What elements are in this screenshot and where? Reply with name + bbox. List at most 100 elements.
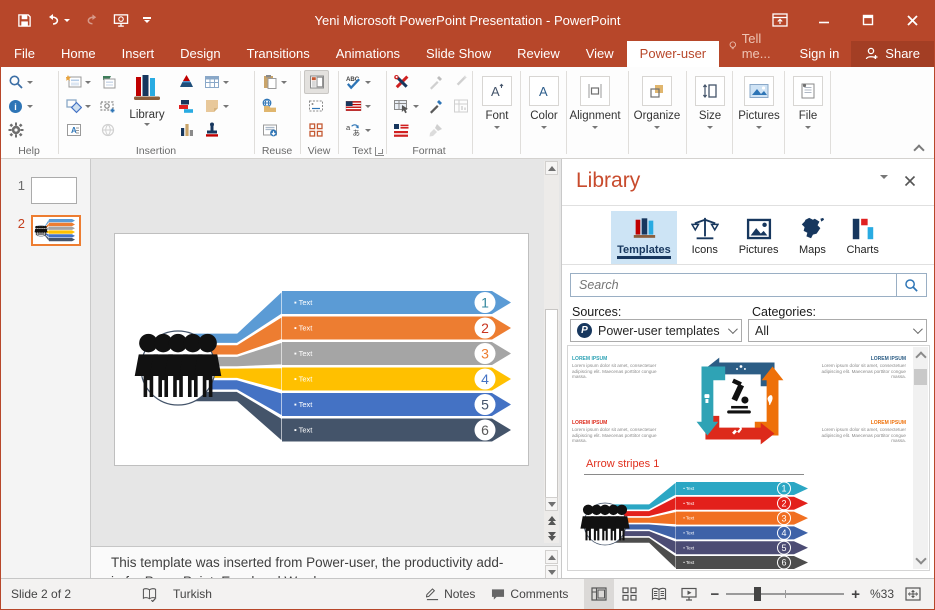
insert-shapes-button[interactable] (62, 94, 94, 118)
next-slide-button[interactable] (545, 529, 558, 543)
library-scrollbar-thumb[interactable] (914, 369, 927, 385)
agenda-button[interactable] (390, 118, 422, 142)
insert-blocks-button[interactable] (175, 94, 198, 118)
info-button[interactable]: i (4, 94, 36, 118)
sign-in-button[interactable]: Sign in (788, 41, 852, 67)
slide-thumbnail-2[interactable]: 2 (15, 215, 81, 246)
undo-dropdown-caret[interactable] (64, 19, 70, 22)
template-item-cycle[interactable]: LOREM IPSUM Lorem ipsum dolor sit amet, … (572, 352, 912, 454)
select-similar-button[interactable] (390, 94, 422, 118)
slide-1-preview[interactable] (31, 177, 77, 204)
search-help-button[interactable] (4, 70, 36, 94)
insert-text-box-button[interactable]: A (62, 118, 94, 142)
slide-thumbnail-1[interactable]: 1 (15, 177, 77, 204)
notes-scroll-up-button[interactable] (545, 550, 558, 564)
search-button[interactable] (896, 274, 926, 296)
tab-transitions[interactable]: Transitions (234, 41, 323, 67)
categories-dropdown[interactable]: All (748, 319, 927, 342)
normal-view-ribbon-button[interactable] (304, 70, 329, 94)
library-scroll-down-button[interactable] (913, 555, 928, 569)
previous-slide-button[interactable] (545, 513, 558, 527)
customize-qat-button[interactable] (143, 17, 151, 23)
pane-options-caret[interactable] (880, 175, 888, 179)
scroll-down-button[interactable] (545, 497, 558, 511)
open-shared-library-button[interactable] (258, 94, 290, 118)
normal-view-button[interactable] (584, 579, 614, 609)
notes-scrollbar[interactable] (545, 550, 558, 579)
library-tab-icons[interactable]: Icons (685, 211, 725, 264)
library-search-box[interactable] (570, 273, 927, 297)
notes-view-button[interactable] (304, 94, 329, 118)
tab-review[interactable]: Review (504, 41, 573, 67)
zoom-level[interactable]: %33 (866, 579, 898, 609)
large-button-organize[interactable]: Organize (629, 67, 687, 158)
slide-indicator[interactable]: Slide 2 of 2 (1, 579, 79, 609)
scrollbar-thumb[interactable] (545, 309, 558, 511)
library-button[interactable]: Library (121, 70, 173, 144)
search-input[interactable] (571, 278, 896, 292)
insert-sticky-note-button[interactable] (200, 94, 232, 118)
tab-view[interactable]: View (573, 41, 627, 67)
spell-check-button[interactable]: ABC (342, 70, 374, 94)
tab-insert[interactable]: Insert (109, 41, 168, 67)
insert-pyramid-button[interactable] (175, 70, 198, 94)
fit-slide-to-window-button[interactable] (898, 579, 928, 609)
paste-to-library-button[interactable] (258, 70, 290, 94)
tab-design[interactable]: Design (167, 41, 233, 67)
library-tab-maps[interactable]: Maps (792, 211, 832, 264)
zoom-in-button[interactable]: + (851, 587, 860, 602)
tab-animations[interactable]: Animations (323, 41, 413, 67)
slide-sorter-view-button[interactable] (614, 579, 644, 609)
proofing-status-button[interactable] (134, 579, 165, 609)
save-button[interactable] (17, 13, 32, 28)
notes-toggle[interactable]: Notes (418, 579, 483, 609)
grid-view-button[interactable] (304, 118, 329, 142)
slide-canvas[interactable]: ▪ Text1▪ Text2▪ Text3▪ Text4▪ Text5▪ Tex… (114, 233, 529, 466)
tell-me-box[interactable]: Tell me... (719, 26, 787, 67)
text-dialog-launcher[interactable] (375, 147, 384, 156)
large-button-font[interactable]: A Font (473, 67, 521, 158)
duplicate-slide-button[interactable] (96, 70, 119, 94)
library-tab-pictures[interactable]: Pictures (733, 211, 785, 264)
share-button[interactable]: Share (851, 41, 934, 67)
tab-home[interactable]: Home (48, 41, 109, 67)
insert-stamp-button[interactable] (200, 118, 232, 142)
large-button-pictures[interactable]: Pictures (733, 67, 785, 158)
library-scrollbar[interactable] (913, 347, 928, 569)
pane-close-button[interactable] (904, 175, 916, 190)
undo-button[interactable] (46, 13, 70, 27)
language-button[interactable] (342, 94, 374, 118)
start-slideshow-button[interactable] (113, 13, 129, 28)
slide-form-button[interactable] (258, 118, 290, 142)
comments-toggle[interactable]: Comments (483, 579, 576, 609)
large-button-size[interactable]: Size (687, 67, 733, 158)
sources-dropdown[interactable]: P Power-user templates (570, 319, 742, 342)
language-status[interactable]: Turkish (165, 579, 220, 609)
translate-button[interactable]: aあ (342, 118, 374, 142)
reading-view-button[interactable] (644, 579, 674, 609)
notes-scroll-down-button[interactable] (545, 565, 558, 579)
notes-pane[interactable]: This template was inserted from Power-us… (91, 546, 561, 579)
settings-button[interactable] (4, 118, 36, 142)
zoom-slider-track[interactable] (726, 593, 844, 595)
apply-style-button[interactable] (424, 94, 447, 118)
large-button-alignment[interactable]: Alignment (567, 67, 629, 158)
collapse-ribbon-button[interactable] (912, 144, 926, 154)
slide-2-preview[interactable] (31, 215, 81, 246)
notes-text[interactable]: This template was inserted from Power-us… (91, 547, 521, 579)
zoom-out-button[interactable]: − (710, 587, 719, 602)
library-tab-charts[interactable]: Charts (840, 211, 884, 264)
library-tab-templates[interactable]: Templates (611, 211, 677, 264)
insert-table-button[interactable] (200, 70, 232, 94)
tab-slide-show[interactable]: Slide Show (413, 41, 504, 67)
zoom-slider-thumb[interactable] (754, 587, 761, 601)
scroll-up-button[interactable] (545, 161, 558, 175)
arrow-stripes-diagram[interactable]: ▪ Text1▪ Text2▪ Text3▪ Text4▪ Text5▪ Tex… (115, 234, 528, 465)
tab-file[interactable]: File (1, 41, 48, 67)
tab-power-user[interactable]: Power-user (627, 41, 719, 67)
editor-vertical-scrollbar[interactable] (544, 161, 559, 543)
slideshow-view-button[interactable] (674, 579, 704, 609)
template-item-arrow-stripes[interactable]: • Text1• Text2• Text3• Text4• Text5• Tex… (574, 480, 820, 571)
large-button-file[interactable]: File (785, 67, 831, 158)
fix-tools-button[interactable] (390, 70, 422, 94)
